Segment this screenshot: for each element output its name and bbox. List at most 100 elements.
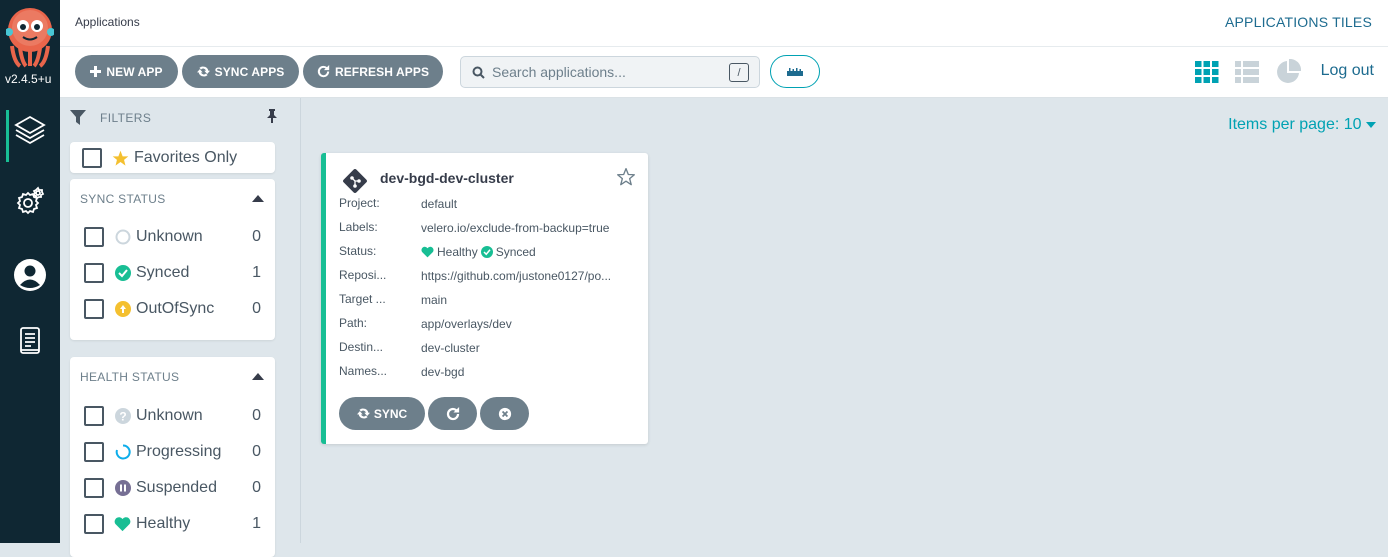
sync-filter-unknown[interactable]: Unknown 0 <box>84 226 261 248</box>
field-key: Status: <box>339 244 377 258</box>
field-key: Names... <box>339 364 388 378</box>
field-value: Healthy Synced <box>421 244 639 260</box>
nav-applications[interactable] <box>0 104 60 162</box>
application-tile[interactable]: dev-bgd-dev-cluster Project: default Lab… <box>321 153 648 444</box>
field-destination: Destin... dev-cluster <box>339 340 639 356</box>
filter-count: 0 <box>252 228 261 245</box>
app-refresh-button[interactable] <box>428 397 477 430</box>
health-status-panel: HEALTH STATUS ? Unknown 0 Progressing 0 … <box>70 357 275 557</box>
checkbox[interactable] <box>82 148 102 168</box>
filters-header: FILTERS <box>70 110 151 125</box>
health-status-text: Healthy <box>437 245 478 259</box>
app-sync-button[interactable]: SYNC <box>339 397 425 430</box>
breadcrumb[interactable]: Applications <box>75 15 140 29</box>
caret-down-icon <box>1366 122 1376 128</box>
field-repository: Reposi... https://github.com/justone0127… <box>339 268 639 284</box>
field-namespace: Names... dev-bgd <box>339 364 639 380</box>
page-title: APPLICATIONS TILES <box>1224 14 1372 30</box>
search-placeholder: Search applications... <box>492 64 626 80</box>
refresh-apps-button[interactable]: REFRESH APPS <box>303 55 443 88</box>
heart-icon <box>421 246 434 258</box>
sync-status-panel: SYNC STATUS Unknown 0 Synced 1 OutOfSync… <box>70 179 275 340</box>
sync-apps-button[interactable]: SYNC APPS <box>182 55 299 88</box>
field-value: dev-bgd <box>421 365 465 379</box>
field-key: Project: <box>339 196 380 210</box>
filter-label: Suspended <box>136 479 217 496</box>
filter-count: 1 <box>252 515 261 532</box>
checkbox[interactable] <box>84 299 104 319</box>
plus-icon <box>90 66 102 77</box>
filter-label: Unknown <box>136 407 203 424</box>
checkbox[interactable] <box>84 514 104 534</box>
sync-filter-synced[interactable]: Synced 1 <box>84 262 261 284</box>
favorite-star-icon[interactable] <box>616 167 636 192</box>
collapse-caret-icon[interactable] <box>252 195 264 202</box>
field-value: default <box>421 197 458 211</box>
summary-view-icon[interactable] <box>1275 58 1302 90</box>
filter-label: Healthy <box>136 515 191 532</box>
pin-icon[interactable] <box>266 109 278 128</box>
filters-sidebar: FILTERS Favorites Only SYNC STATUS Unkno… <box>60 98 301 557</box>
sync-status-text: Synced <box>495 245 536 259</box>
field-value: https://github.com/justone0127/po... <box>421 269 612 283</box>
nav-user-info[interactable] <box>0 250 60 300</box>
field-key: Destin... <box>339 340 384 354</box>
filter-toggle-button[interactable] <box>770 55 820 88</box>
items-per-page-label: Items per page: 10 <box>1228 116 1362 133</box>
favorites-label: Favorites Only <box>134 149 238 166</box>
app-name[interactable]: dev-bgd-dev-cluster <box>380 170 514 186</box>
sync-icon <box>356 408 370 419</box>
layers-icon <box>14 115 46 145</box>
filters-header-label: FILTERS <box>100 110 152 125</box>
git-icon <box>342 168 368 199</box>
checkbox[interactable] <box>84 406 104 426</box>
nav-documentation[interactable] <box>0 316 60 366</box>
delete-circle-icon <box>498 407 511 420</box>
filter-label: Unknown <box>136 228 203 245</box>
star-filled-icon <box>112 150 129 167</box>
field-key: Reposi... <box>339 268 387 282</box>
health-filter-unknown[interactable]: ? Unknown 0 <box>84 405 261 427</box>
logout-link[interactable]: Log out <box>1321 62 1374 80</box>
favorites-panel: Favorites Only <box>70 142 275 173</box>
pause-icon <box>114 480 131 497</box>
favorites-only-checkbox[interactable]: Favorites Only <box>82 147 261 169</box>
new-app-label: NEW APP <box>106 64 163 79</box>
checkbox[interactable] <box>84 442 104 462</box>
field-status: Status: Healthy Synced <box>339 244 639 260</box>
heart-icon <box>114 516 131 533</box>
progressing-icon <box>114 444 131 461</box>
ruler-icon <box>787 67 803 76</box>
filter-count: 0 <box>252 479 261 496</box>
refresh-icon <box>317 65 330 78</box>
app-delete-button[interactable] <box>480 397 529 430</box>
toolbar: NEW APP SYNC APPS REFRESH APPS Search ap… <box>60 47 1388 98</box>
nav-settings[interactable] <box>0 176 60 226</box>
synced-check-icon <box>480 246 493 258</box>
health-filter-healthy[interactable]: Healthy 1 <box>84 513 261 535</box>
field-key: Path: <box>339 316 368 330</box>
checkbox[interactable] <box>84 478 104 498</box>
list-view-icon[interactable] <box>1235 61 1259 88</box>
health-filter-suspended[interactable]: Suspended 0 <box>84 477 261 499</box>
filter-label: OutOfSync <box>136 300 215 317</box>
settings-gears-icon <box>16 186 45 215</box>
filter-count: 0 <box>252 300 261 317</box>
collapse-caret-icon[interactable] <box>252 373 264 380</box>
svg-text:?: ? <box>119 410 126 424</box>
filter-count: 1 <box>252 264 261 281</box>
health-filter-progressing[interactable]: Progressing 0 <box>84 441 261 463</box>
new-app-button[interactable]: NEW APP <box>75 55 178 88</box>
argo-logo[interactable] <box>5 6 55 68</box>
version-label: v2.4.5+u <box>5 72 52 86</box>
search-input[interactable]: Search applications... / <box>460 56 760 88</box>
field-value: dev-cluster <box>421 341 480 355</box>
checkbox[interactable] <box>84 263 104 283</box>
checkbox[interactable] <box>84 227 104 247</box>
refresh-apps-label: REFRESH APPS <box>334 64 430 79</box>
tiles-view-icon[interactable] <box>1195 61 1219 88</box>
field-labels: Labels: velero.io/exclude-from-backup=tr… <box>339 220 639 236</box>
field-value: main <box>421 293 448 307</box>
items-per-page-dropdown[interactable]: Items per page: 10 <box>1228 116 1376 134</box>
sync-filter-outofsync[interactable]: OutOfSync 0 <box>84 298 261 320</box>
